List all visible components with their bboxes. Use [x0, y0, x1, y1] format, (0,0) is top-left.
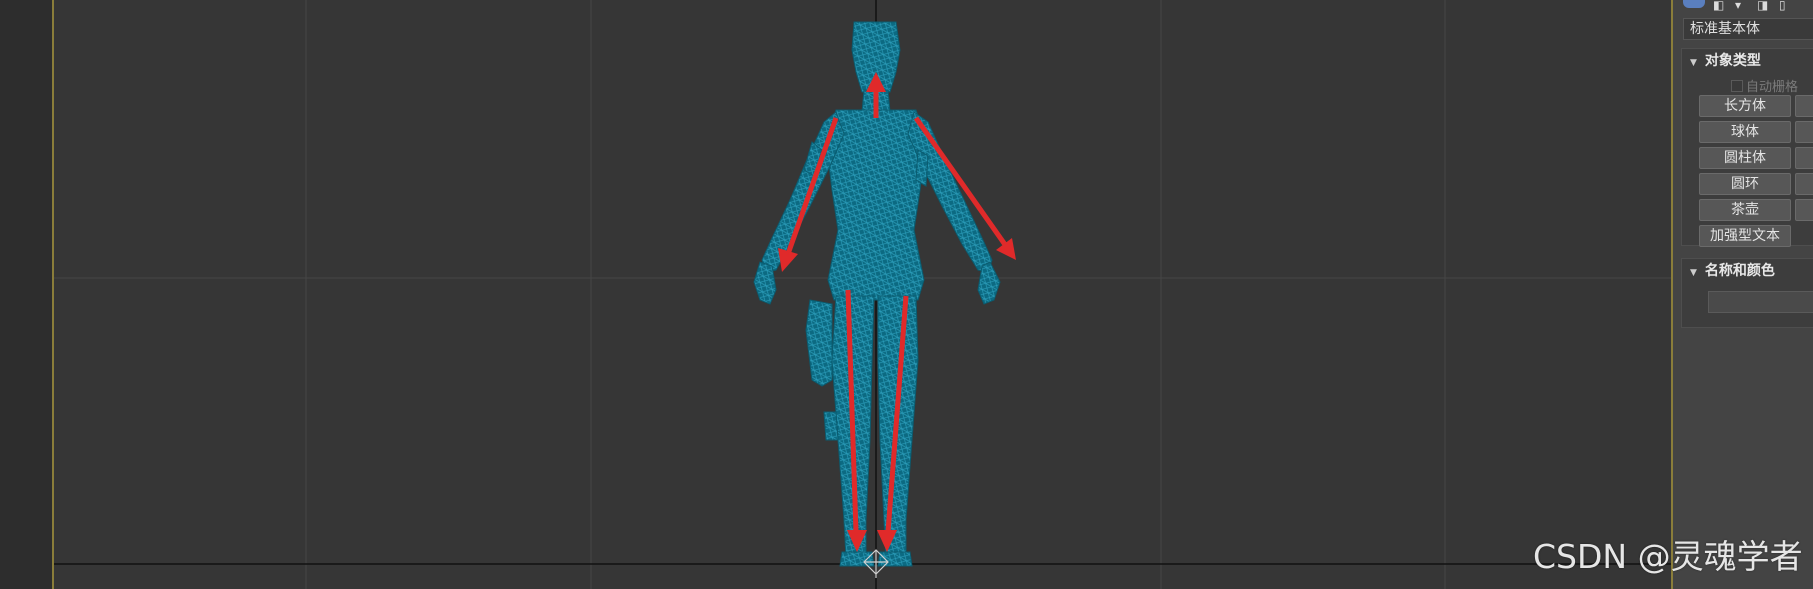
- viewport-front[interactable]: [54, 0, 1671, 589]
- command-panel-tabs: ◧ ▾ ◨ ▯: [1683, 0, 1813, 12]
- rollout-collapse-icon: ▼: [1690, 58, 1697, 68]
- name-color-header[interactable]: ▼ 名称和颜色: [1682, 259, 1813, 283]
- object-type-header[interactable]: ▼ 对象类型: [1682, 49, 1813, 73]
- left-toolbar-strip: [0, 0, 54, 589]
- sphere-button-label: 球体: [1731, 124, 1759, 140]
- hierarchy-tab-icon[interactable]: ▾: [1735, 0, 1741, 12]
- object-button-col2[interactable]: [1795, 199, 1813, 221]
- text-plus-button-label: 加强型文本: [1710, 228, 1780, 244]
- object-button-col2[interactable]: [1795, 147, 1813, 169]
- checkbox-icon: [1731, 80, 1743, 92]
- torus-button[interactable]: 圆环: [1699, 173, 1791, 195]
- primitive-type-value: 标准基本体: [1690, 21, 1760, 37]
- modify-tab-icon[interactable]: ◧: [1713, 0, 1724, 12]
- torus-button-label: 圆环: [1731, 176, 1759, 192]
- name-color-title: 名称和颜色: [1704, 263, 1775, 279]
- teapot-button[interactable]: 茶壶: [1699, 199, 1791, 221]
- viewport-canvas[interactable]: [54, 0, 1671, 589]
- cylinder-button-label: 圆柱体: [1724, 150, 1766, 166]
- object-button-col2[interactable]: [1795, 95, 1813, 117]
- object-type-title: 对象类型: [1704, 53, 1761, 69]
- teapot-button-label: 茶壶: [1731, 202, 1759, 218]
- display-tab-icon[interactable]: ▯: [1779, 0, 1786, 12]
- watermark-text: CSDN @灵魂学者: [1533, 537, 1803, 576]
- object-button-col2[interactable]: [1795, 173, 1813, 195]
- command-panel: ◧ ▾ ◨ ▯ 标准基本体 ▼ 对象类型 自动栅格 长方体 球体 圆柱体 圆环 茶…: [1673, 0, 1813, 589]
- cylinder-button[interactable]: 圆柱体: [1699, 147, 1791, 169]
- object-button-col2[interactable]: [1795, 121, 1813, 143]
- sphere-button[interactable]: 球体: [1699, 121, 1791, 143]
- motion-tab-icon[interactable]: ◨: [1757, 0, 1768, 12]
- primitive-type-dropdown[interactable]: 标准基本体: [1683, 18, 1813, 40]
- create-tab-icon[interactable]: [1683, 0, 1705, 8]
- auto-grid-label: 自动栅格: [1746, 80, 1799, 95]
- text-plus-button[interactable]: 加强型文本: [1699, 225, 1791, 247]
- rollout-collapse-icon: ▼: [1690, 268, 1697, 278]
- box-button[interactable]: 长方体: [1699, 95, 1791, 117]
- box-button-label: 长方体: [1724, 98, 1766, 114]
- object-name-input[interactable]: [1708, 291, 1813, 313]
- auto-grid-checkbox[interactable]: 自动栅格: [1731, 76, 1798, 95]
